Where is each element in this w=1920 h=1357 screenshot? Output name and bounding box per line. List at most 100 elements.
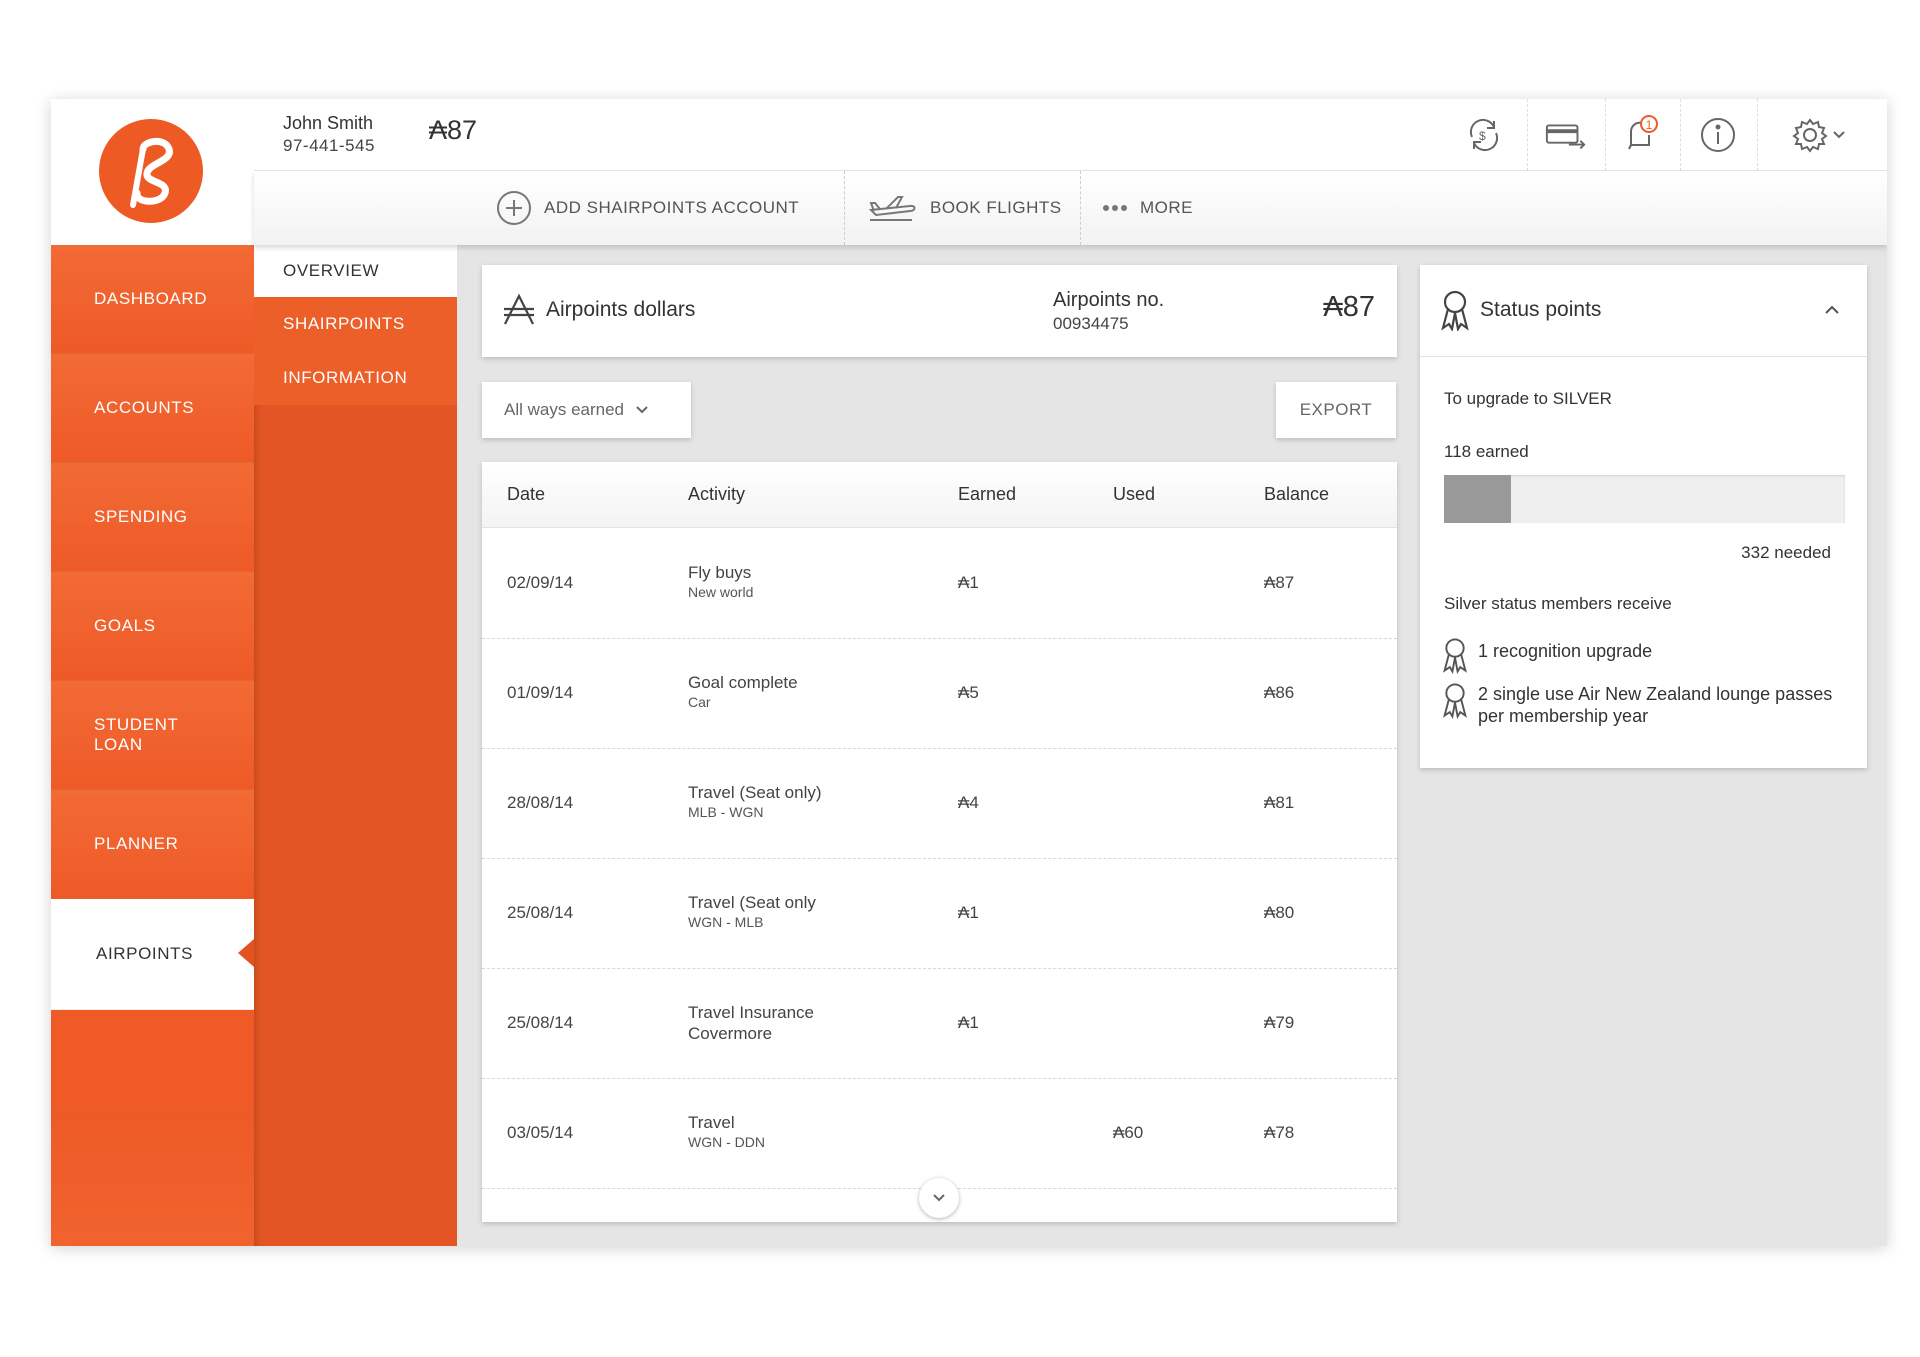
benefit-item: 2 single use Air New Zealand lounge pass… <box>1442 681 1842 727</box>
column-earned[interactable]: Earned <box>958 484 1016 505</box>
earned-label: 118 earned <box>1444 442 1529 461</box>
secondary-sidebar: OVERVIEW SHAIRPOINTS INFORMATION <box>254 245 457 1246</box>
action-bar: ADD SHAIRPOINTS ACCOUNT BOOK FLIGHTS MOR… <box>254 171 1887 245</box>
table-row[interactable]: 28/08/14 Travel (Seat only) MLB - WGN ₳4 … <box>482 749 1397 859</box>
table-row[interactable]: 03/05/14 Travel WGN - DDN ₳60 ₳78 <box>482 1079 1397 1189</box>
more-dots-icon <box>1103 205 1127 211</box>
row-activity: Goal complete Car <box>688 673 798 710</box>
more-button[interactable]: MORE <box>1102 171 1193 245</box>
svg-text:$: $ <box>1479 129 1486 143</box>
load-more-button[interactable] <box>919 1178 959 1218</box>
row-date: 02/09/14 <box>507 573 574 592</box>
row-activity: Fly buys New world <box>688 563 754 600</box>
top-header: John Smith 97-441-545 ₳87 $ 1 <box>254 99 1887 171</box>
airpoints-dollars-card: Airpoints dollars Airpoints no. 00934475… <box>482 265 1397 357</box>
status-points-title: Status points <box>1480 298 1602 321</box>
award-ribbon-icon <box>1443 638 1467 674</box>
column-date[interactable]: Date <box>507 484 545 505</box>
collapse-button[interactable] <box>1817 295 1847 325</box>
logo-area <box>51 99 254 245</box>
chevron-down-icon <box>933 1194 945 1202</box>
airpoints-number-label: Airpoints no. <box>1053 289 1165 311</box>
row-date: 03/05/14 <box>507 1123 574 1142</box>
notification-icon[interactable]: 1 <box>1619 113 1663 157</box>
row-activity: Travel WGN - DDN <box>688 1113 765 1150</box>
book-flights-button[interactable]: BOOK FLIGHTS <box>868 171 1062 245</box>
airpoints-number-value: 00934475 <box>1053 314 1129 333</box>
subnav-shairpoints[interactable]: SHAIRPOINTS <box>254 297 457 351</box>
status-points-card: Status points To upgrade to SILVER 118 e… <box>1420 265 1867 768</box>
row-date: 25/08/14 <box>507 1013 574 1032</box>
add-shairpoints-account-button[interactable]: ADD SHAIRPOINTS ACCOUNT <box>496 171 799 245</box>
nav-planner[interactable]: PLANNER <box>51 790 254 899</box>
column-balance[interactable]: Balance <box>1264 484 1329 505</box>
row-earned: ₳1 <box>958 903 979 922</box>
logo-icon <box>130 138 173 208</box>
card-transfer-icon[interactable] <box>1544 113 1588 157</box>
airpoints-symbol-icon <box>504 293 534 325</box>
subnav-information[interactable]: INFORMATION <box>254 351 457 405</box>
award-ribbon-icon <box>1441 290 1469 331</box>
column-used[interactable]: Used <box>1113 484 1155 505</box>
chevron-up-icon <box>1825 305 1839 314</box>
row-date: 28/08/14 <box>507 793 574 812</box>
nav-goals[interactable]: GOALS <box>51 572 254 681</box>
plus-circle-icon <box>497 191 531 225</box>
row-balance: ₳86 <box>1264 683 1295 702</box>
nav-accounts[interactable]: ACCOUNTS <box>51 354 254 463</box>
plane-icon <box>868 196 916 221</box>
table-row[interactable]: 25/08/14 Travel (Seat only WGN - MLB ₳1 ₳… <box>482 859 1397 969</box>
row-date: 25/08/14 <box>507 903 574 922</box>
upgrade-label: To upgrade to SILVER <box>1444 389 1612 408</box>
row-date: 01/09/14 <box>507 683 574 702</box>
transactions-table: Date Activity Earned Used Balance 02/09/… <box>482 462 1397 1222</box>
row-balance: ₳80 <box>1264 903 1295 922</box>
status-progress-fill <box>1444 475 1511 523</box>
chevron-down-icon <box>636 406 648 414</box>
airpoints-balance: ₳87 <box>1323 291 1375 323</box>
row-activity: Travel (Seat only) MLB - WGN <box>688 783 822 820</box>
earned-filter-dropdown[interactable]: All ways earned <box>482 382 691 438</box>
row-balance: ₳87 <box>1264 573 1295 592</box>
benefits-title: Silver status members receive <box>1444 594 1672 613</box>
needed-label: 332 needed <box>1741 543 1831 562</box>
benefit-item: 1 recognition upgrade <box>1442 636 1652 674</box>
settings-gear-icon[interactable] <box>1784 113 1854 157</box>
nav-filler <box>51 1111 254 1246</box>
row-earned: ₳5 <box>958 683 979 702</box>
nav-spending[interactable]: SPENDING <box>51 463 254 572</box>
app-logo[interactable] <box>99 119 203 223</box>
status-progress-bar <box>1444 475 1845 523</box>
nav-airpoints[interactable]: AIRPOINTS <box>51 899 254 1010</box>
row-balance: ₳79 <box>1264 1013 1295 1032</box>
primary-sidebar: DASHBOARD ACCOUNTS SPENDING GOALS STUDEN… <box>51 245 254 1246</box>
subnav-overview[interactable]: OVERVIEW <box>254 245 457 297</box>
row-earned: ₳4 <box>958 793 979 812</box>
app-frame: DASHBOARD ACCOUNTS SPENDING GOALS STUDEN… <box>51 99 1887 1246</box>
currency-exchange-icon[interactable]: $ <box>1462 113 1506 157</box>
column-activity[interactable]: Activity <box>688 484 745 505</box>
row-balance: ₳81 <box>1264 793 1295 812</box>
row-activity: Travel Insurance Covermore <box>688 1003 814 1043</box>
table-row[interactable]: 01/09/14 Goal complete Car ₳5 ₳86 <box>482 639 1397 749</box>
info-icon[interactable] <box>1696 113 1740 157</box>
export-button[interactable]: EXPORT <box>1276 382 1396 438</box>
nav-student-loan[interactable]: STUDENT LOAN <box>51 681 254 790</box>
status-points-header: Status points <box>1420 265 1867 357</box>
user-name: John Smith <box>283 113 374 133</box>
table-row[interactable]: 25/08/14 Travel Insurance Covermore ₳1 ₳7… <box>482 969 1397 1079</box>
user-phone: 97-441-545 <box>283 136 375 155</box>
table-header: Date Activity Earned Used Balance <box>482 462 1397 528</box>
row-earned: ₳1 <box>958 573 979 592</box>
airpoints-dollars-title: Airpoints dollars <box>546 298 696 321</box>
row-activity: Travel (Seat only WGN - MLB <box>688 893 816 930</box>
chevron-down-icon <box>1833 131 1845 139</box>
award-ribbon-icon <box>1443 683 1467 719</box>
notification-count: 1 <box>1645 118 1653 132</box>
nav-dashboard[interactable]: DASHBOARD <box>51 245 254 354</box>
row-balance: ₳78 <box>1264 1123 1295 1142</box>
table-row[interactable]: 02/09/14 Fly buys New world ₳1 ₳87 <box>482 529 1397 639</box>
row-earned: ₳1 <box>958 1013 979 1032</box>
row-used: ₳60 <box>1113 1123 1144 1142</box>
header-balance: ₳87 <box>429 115 478 145</box>
